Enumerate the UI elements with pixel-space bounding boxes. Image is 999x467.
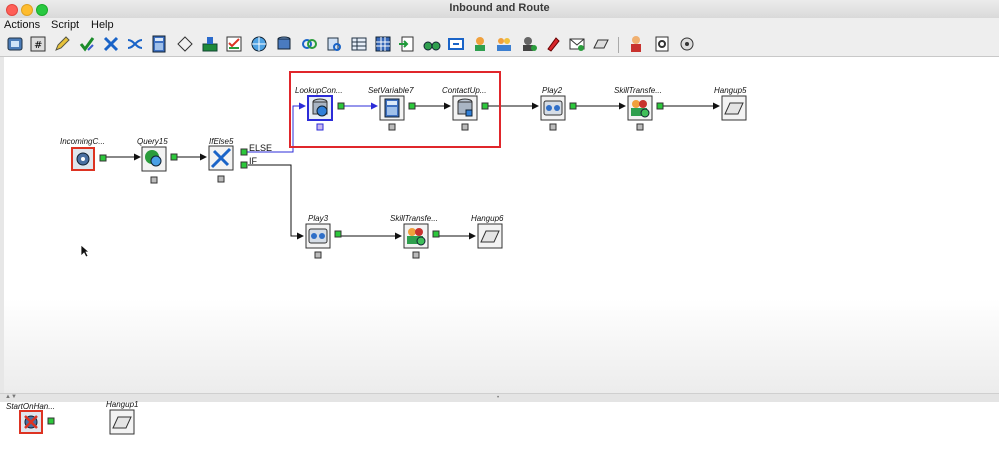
skill-transfer-icon [403, 223, 440, 259]
play2-node[interactable] [540, 95, 578, 138]
incoming-contact-icon [71, 147, 107, 171]
start-on-hangup-node[interactable] [19, 410, 55, 441]
node-label-lookup: LookupCon... [295, 86, 343, 95]
skill-transfer-node-2[interactable] [403, 223, 441, 266]
node-label-query: Query15 [137, 137, 168, 146]
ifelse-icon [208, 145, 248, 183]
node-label-hangup1: Hangup1 [106, 400, 139, 409]
play3-node[interactable] [305, 223, 343, 266]
node-label-hangup5: Hangup5 [714, 86, 747, 95]
branch-label-else: ELSE [249, 143, 273, 153]
branch-label-if: IF [249, 156, 257, 166]
play-icon [305, 223, 342, 259]
splitter-grip-icon[interactable]: • [497, 395, 499, 401]
splitter-arrows-icon[interactable]: ▲▼ [5, 394, 17, 400]
database-icon [452, 95, 489, 131]
set-variable-node[interactable] [379, 95, 417, 138]
lookup-contact-node[interactable] [307, 95, 347, 138]
incoming-contact-node[interactable] [71, 147, 107, 176]
mouse-cursor-icon [80, 244, 90, 258]
node-label-setvariable: SetVariable7 [368, 86, 414, 95]
skill-transfer-node-1[interactable] [627, 95, 665, 138]
query-icon [141, 146, 178, 184]
lookup-contact-icon [307, 95, 345, 131]
node-label-play3: Play3 [308, 214, 329, 223]
calculator-icon [379, 95, 416, 131]
hangup5-node[interactable] [721, 95, 747, 126]
node-label-skilltransfer1: SkillTransfe... [614, 86, 662, 95]
node-label-hangup6: Hangup6 [471, 214, 504, 223]
ifelse-node[interactable] [208, 145, 250, 192]
query-node[interactable] [141, 146, 179, 191]
hangup6-node[interactable] [477, 223, 503, 254]
play-icon [540, 95, 577, 131]
contact-update-node[interactable] [452, 95, 492, 138]
phone-icon [109, 409, 135, 435]
hangup1-node[interactable] [109, 409, 135, 440]
skill-transfer-icon [627, 95, 664, 131]
node-label-contactupdate: ContactUp... [442, 86, 487, 95]
phone-icon [477, 223, 503, 249]
handler-panel[interactable] [0, 402, 999, 467]
node-label-play2: Play2 [542, 86, 563, 95]
start-on-hangup-icon [19, 410, 55, 434]
node-label-incoming: IncomingC... [60, 137, 105, 146]
node-label-skilltransfer2: SkillTransfe... [390, 214, 438, 223]
phone-icon [721, 95, 747, 121]
